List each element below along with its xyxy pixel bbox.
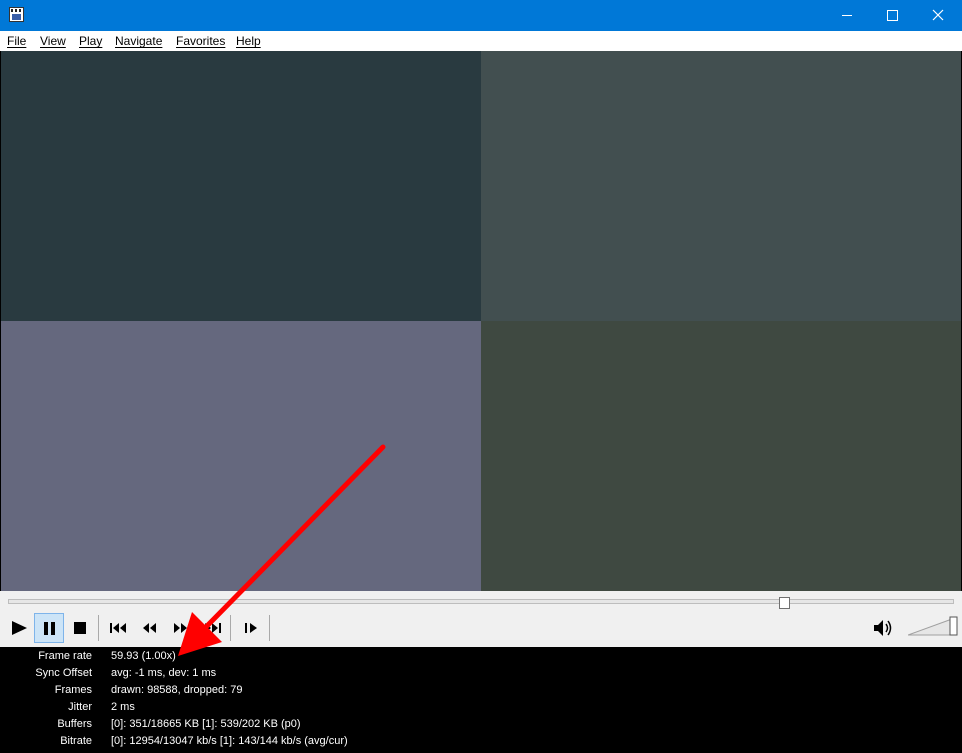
- stat-row-frames: Frames drawn: 98588, dropped: 79: [0, 684, 962, 700]
- play-icon: [12, 621, 27, 635]
- seek-thumb[interactable]: [778, 597, 790, 609]
- close-button[interactable]: [915, 0, 961, 31]
- pause-button[interactable]: [34, 613, 64, 643]
- minimize-button[interactable]: [824, 0, 870, 31]
- skip-forward-button[interactable]: [197, 613, 227, 643]
- maximize-button[interactable]: [869, 0, 915, 31]
- skip-forward-icon: [205, 623, 221, 633]
- menu-navigate[interactable]: Navigate: [115, 34, 162, 48]
- stat-value: [0]: 12954/13047 kb/s [1]: 143/144 kb/s …: [111, 735, 348, 747]
- stat-label: Buffers: [57, 718, 92, 730]
- stat-row-sync-offset: Sync Offset avg: -1 ms, dev: 1 ms: [0, 667, 962, 683]
- volume-slider[interactable]: [908, 615, 960, 637]
- menu-help[interactable]: Help: [236, 34, 261, 48]
- stat-value: [0]: 351/18665 KB [1]: 539/202 KB (p0): [111, 718, 301, 730]
- minimize-icon: [842, 14, 852, 16]
- maximize-icon: [886, 9, 898, 21]
- film-clapper-icon[interactable]: [9, 7, 24, 22]
- rewind-button[interactable]: [135, 613, 165, 643]
- stat-label: Jitter: [68, 701, 92, 713]
- fast-forward-button[interactable]: [166, 613, 196, 643]
- video-quadrant-top-right: [481, 51, 961, 321]
- pause-icon: [44, 622, 55, 635]
- seek-bar[interactable]: [8, 599, 954, 604]
- stop-button[interactable]: [65, 613, 95, 643]
- skip-back-button[interactable]: [104, 613, 134, 643]
- skip-back-icon: [110, 623, 126, 633]
- menu-bar: File View Play Navigate Favorites Help: [0, 31, 962, 51]
- speaker-icon: [874, 620, 892, 636]
- close-icon: [932, 9, 944, 21]
- separator: [230, 615, 231, 641]
- rewind-icon: [143, 623, 156, 633]
- stat-label: Sync Offset: [35, 667, 92, 679]
- stat-row-buffers: Buffers [0]: 351/18665 KB [1]: 539/202 K…: [0, 718, 962, 734]
- play-button[interactable]: [4, 613, 34, 643]
- fast-forward-icon: [174, 623, 187, 633]
- video-area[interactable]: [1, 51, 961, 591]
- separator: [98, 615, 99, 641]
- title-bar: [0, 0, 962, 31]
- frame-step-button[interactable]: [236, 613, 266, 643]
- volume-thumb[interactable]: [949, 616, 958, 636]
- stat-label: Bitrate: [60, 735, 92, 747]
- video-quadrant-top-left: [1, 51, 481, 321]
- statistics-panel: Frame rate 59.93 (1.00x) Sync Offset avg…: [0, 647, 962, 753]
- stat-row-frame-rate: Frame rate 59.93 (1.00x): [0, 650, 962, 666]
- menu-file[interactable]: File: [7, 34, 26, 48]
- video-quadrant-bottom-right: [481, 321, 961, 591]
- stat-row-bitrate: Bitrate [0]: 12954/13047 kb/s [1]: 143/1…: [0, 735, 962, 751]
- separator: [269, 615, 270, 641]
- stat-value: avg: -1 ms, dev: 1 ms: [111, 667, 217, 679]
- stat-label: Frame rate: [38, 650, 92, 662]
- menu-view[interactable]: View: [40, 34, 66, 48]
- stat-value: 59.93 (1.00x): [111, 650, 176, 662]
- stat-value: drawn: 98588, dropped: 79: [111, 684, 243, 696]
- video-quadrant-bottom-left: [1, 321, 481, 591]
- stat-label: Frames: [54, 684, 92, 696]
- mute-button[interactable]: [869, 613, 899, 643]
- stop-icon: [74, 622, 86, 634]
- playback-controls: [0, 591, 962, 647]
- stat-row-jitter: Jitter 2 ms: [0, 701, 962, 717]
- menu-favorites[interactable]: Favorites: [176, 34, 225, 48]
- menu-play[interactable]: Play: [79, 34, 102, 48]
- frame-step-icon: [245, 623, 257, 633]
- stat-value: 2 ms: [111, 701, 135, 713]
